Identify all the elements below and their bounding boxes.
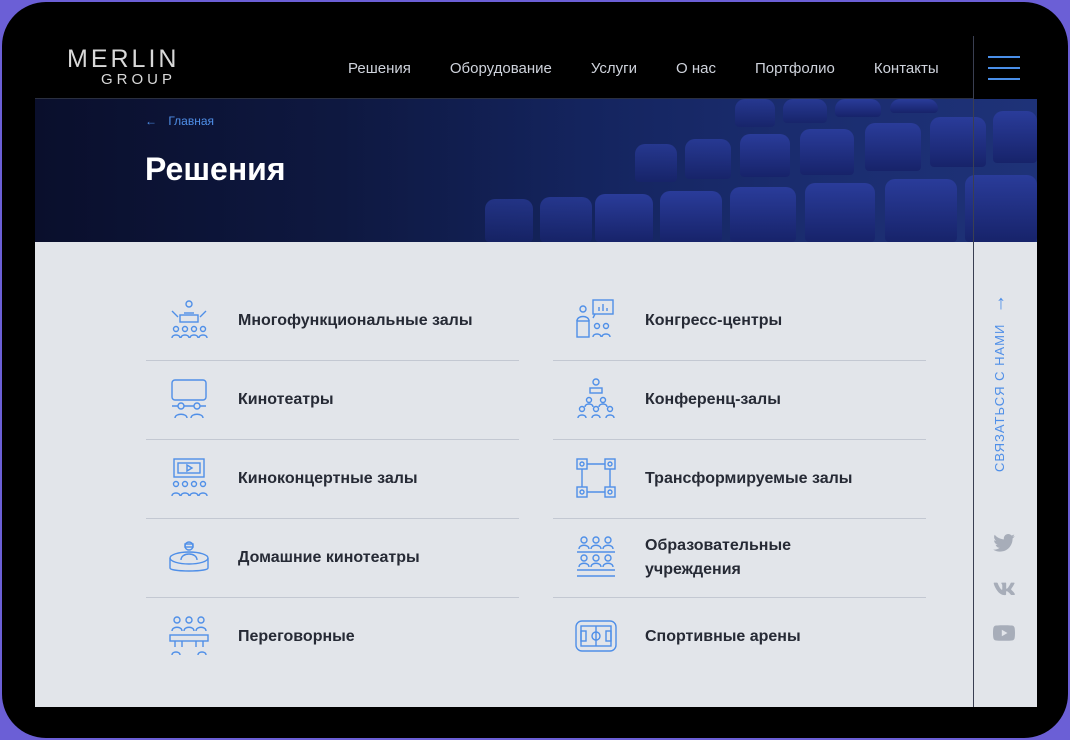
solution-label: Конференц-залы [645,391,781,408]
solution-label: Трансформируемые залы [645,470,853,487]
youtube-icon[interactable] [993,624,1015,642]
solution-label: Конгресс-центры [645,312,783,329]
main-nav: Решения Оборудование Услуги О нас Портфо… [348,60,939,77]
screen: MERLIN GROUP Решения Оборудование Услуги… [35,36,1037,707]
solutions-column-left: Многофункциональные залы Кинотеатры Кино… [146,282,519,676]
logo-line2: GROUP [101,71,177,88]
solution-item-sports[interactable]: Спортивные арены [553,598,926,676]
solution-label: Домашние кинотеатры [238,549,420,566]
contact-us-link[interactable]: СВЯЗАТЬСЯ С НАМИ [992,322,1014,472]
conference-hall-icon [577,378,615,419]
back-arrow-icon: ← [145,114,157,128]
vk-icon[interactable] [993,580,1015,598]
solution-item-conference[interactable]: Конференц-залы [553,361,926,440]
nav-contacts[interactable]: Контакты [874,60,939,77]
congress-center-icon [576,299,614,338]
nav-solutions[interactable]: Решения [348,60,411,77]
solution-item-home-cinema[interactable]: Домашние кинотеатры [146,519,519,598]
solution-item-multifunctional[interactable]: Многофункциональные залы [146,282,519,361]
home-cinema-icon [169,541,209,572]
arrow-up-icon[interactable]: ↑ [996,292,1006,315]
rail-divider [973,36,974,707]
education-icon [577,536,615,577]
solutions-column-right: Конгресс-центры Конференц-залы Трансформ… [553,282,926,676]
twitter-icon[interactable] [993,534,1015,552]
nav-equipment[interactable]: Оборудование [450,60,552,77]
device-frame: MERLIN GROUP Решения Оборудование Услуги… [2,2,1068,738]
page-title: Решения [145,151,286,187]
side-rail: ↑ СВЯЗАТЬСЯ С НАМИ [974,242,1037,707]
solution-label: Кинотеатры [238,391,334,408]
solution-item-education[interactable]: Образовательные учреждения [553,519,926,598]
solution-label: Киноконцертные залы [238,470,418,487]
hero-banner: ← Главная Решения [35,99,1037,242]
solution-label: Многофункциональные залы [238,312,473,329]
logo-line1: MERLIN [67,45,180,73]
transformable-hall-icon [576,458,616,498]
cinema-icon [171,379,207,419]
meeting-room-icon [169,616,209,656]
concert-cinema-icon [171,458,208,497]
solution-label: Переговорные [238,628,355,645]
logo[interactable]: MERLIN GROUP [67,46,179,88]
solution-label: Спортивные арены [645,628,801,645]
header: MERLIN GROUP Решения Оборудование Услуги… [35,36,973,98]
nav-services[interactable]: Услуги [591,60,637,77]
solution-item-transformable[interactable]: Трансформируемые залы [553,440,926,519]
solutions-list: Многофункциональные залы Кинотеатры Кино… [35,242,973,707]
nav-about[interactable]: О нас [676,60,716,77]
breadcrumb-home[interactable]: Главная [168,114,214,128]
multifunctional-hall-icon [171,300,208,339]
solution-item-meeting-rooms[interactable]: Переговорные [146,598,519,676]
nav-portfolio[interactable]: Портфолио [755,60,835,77]
solution-item-cinemas[interactable]: Кинотеатры [146,361,519,440]
breadcrumb[interactable]: ← Главная [145,114,214,128]
solution-item-concert-cinema[interactable]: Киноконцертные залы [146,440,519,519]
solution-item-congress[interactable]: Конгресс-центры [553,282,926,361]
menu-icon[interactable] [988,56,1022,80]
sports-arena-icon [575,620,617,652]
solution-label: Образовательные учреждения [645,537,792,578]
